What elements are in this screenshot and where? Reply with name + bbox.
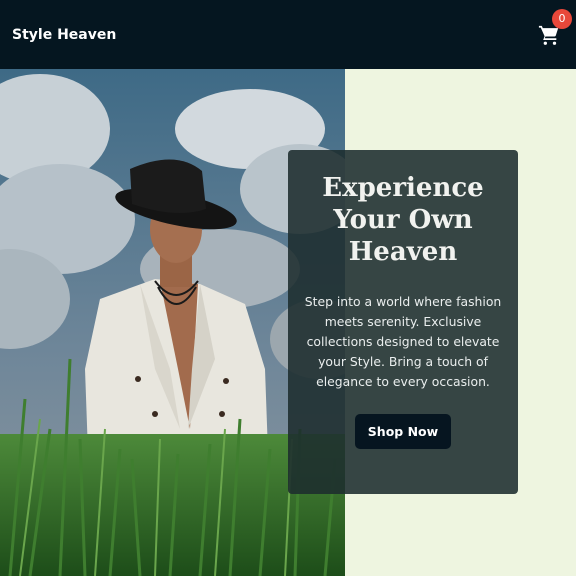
navbar: Style Heaven 0 bbox=[0, 0, 576, 69]
hero-title: Experience Your Own Heaven bbox=[322, 173, 484, 267]
shop-now-button[interactable]: Shop Now bbox=[355, 414, 451, 449]
hero-card: Experience Your Own Heaven Step into a w… bbox=[288, 150, 518, 494]
brand-logo[interactable]: Style Heaven bbox=[12, 27, 116, 43]
hero-section: Experience Your Own Heaven Step into a w… bbox=[0, 69, 576, 576]
hero-description: Step into a world where fashion meets se… bbox=[304, 294, 502, 389]
cart-button[interactable]: 0 bbox=[536, 8, 572, 48]
cart-count-badge: 0 bbox=[552, 8, 572, 29]
